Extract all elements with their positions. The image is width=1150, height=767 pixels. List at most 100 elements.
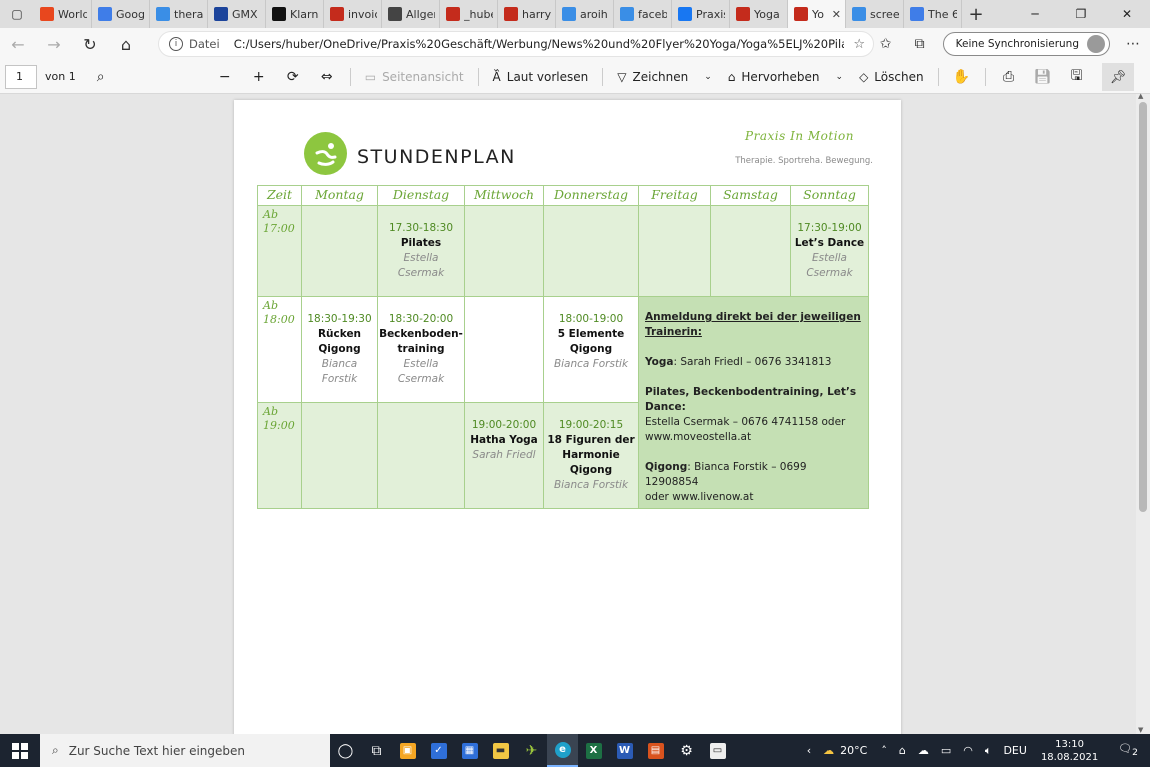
url-text[interactable]: C:/Users/huber/OneDrive/Praxis%20Geschäf… — [234, 37, 844, 51]
back-icon[interactable]: ← — [0, 28, 36, 60]
minimize-icon[interactable]: ─ — [1012, 0, 1058, 28]
browser-tab[interactable]: Allgen — [382, 0, 440, 28]
browser-tab[interactable]: World — [34, 0, 92, 28]
browser-tab[interactable]: therap — [150, 0, 208, 28]
rotate-icon[interactable]: ⟳ — [276, 60, 310, 94]
home-icon[interactable]: ⌂ — [108, 28, 144, 60]
empty-cell — [543, 205, 639, 297]
add-favorite-icon[interactable]: ☆ — [853, 37, 865, 52]
tab-label: invoic — [348, 7, 377, 21]
refresh-icon[interactable]: ↻ — [72, 28, 108, 60]
volume-icon[interactable]: 🔈︎ — [979, 744, 998, 758]
more-menu-icon[interactable]: ⋯ — [1116, 28, 1150, 60]
browser-tab[interactable]: Klarna — [266, 0, 324, 28]
weather-icon[interactable]: ☁ — [817, 744, 840, 757]
notifications-icon[interactable]: 🗨︎2 — [1106, 742, 1150, 758]
browser-tab[interactable]: Yo ✕ — [788, 0, 846, 28]
tab-label: Klarna — [290, 7, 319, 21]
chevron-up-icon[interactable]: ˄ — [875, 744, 893, 757]
scroll-up-icon[interactable]: ▲ — [1138, 92, 1143, 100]
forward-icon[interactable]: → — [36, 28, 72, 60]
windows-start-icon[interactable] — [0, 734, 40, 767]
save-icon[interactable]: 💾︎ — [1026, 60, 1060, 94]
browser-tab[interactable]: screen — [846, 0, 904, 28]
wifi-icon[interactable]: ◠ — [957, 744, 979, 757]
page-view-button[interactable]: ▭ Seitenansicht — [357, 60, 472, 94]
sync-button[interactable]: Keine Synchronisierung — [942, 32, 1110, 56]
meet-icon[interactable]: ⌂ — [893, 744, 912, 757]
zoom-in-icon[interactable]: + — [242, 60, 276, 94]
favorites-icon[interactable]: ✩ — [869, 28, 903, 60]
collections-icon[interactable]: ⧉ — [903, 28, 937, 60]
settings-icon[interactable]: ⚙ — [671, 734, 702, 767]
maximize-icon[interactable]: ❐ — [1058, 0, 1104, 28]
todo-icon[interactable]: ✓ — [423, 734, 454, 767]
table-row: Ab 18:00 18:30-19:30 Rücken Qigong Bianca… — [257, 296, 869, 509]
store-icon[interactable]: ▣ — [392, 734, 423, 767]
calendar-app-icon[interactable]: ▦ — [454, 734, 485, 767]
tool-app-icon[interactable]: ✈ — [516, 734, 547, 767]
document-viewer[interactable]: STUNDENPLAN Praxis In Motion Therapie. S… — [0, 94, 1136, 734]
excel-icon[interactable]: X — [578, 734, 609, 767]
bing-icon — [852, 7, 866, 21]
taskbar: ⌕ Zur Suche Text hier eingeben ◯ ⧉ ▣ ✓ ▦… — [0, 734, 1150, 767]
yoga-contact: Yoga: Sarah Friedl – 0676 3341813 — [645, 355, 862, 370]
tab-label: faceb — [638, 7, 667, 21]
read-aloud-button[interactable]: A᷈ Laut vorlesen — [485, 60, 597, 94]
file-explorer-icon[interactable]: ▬ — [485, 734, 516, 767]
word-icon[interactable]: W — [609, 734, 640, 767]
course-cell: 18:30-20:00 Beckenboden- training Estell… — [377, 296, 465, 403]
chevron-left-icon[interactable]: ‹ — [801, 744, 817, 757]
browser-tab[interactable]: The 6 — [904, 0, 962, 28]
fit-page-icon[interactable]: ⇔ — [310, 60, 344, 94]
erase-button[interactable]: ◇ Löschen — [851, 60, 932, 94]
tab-actions-icon[interactable]: ▢ — [0, 0, 34, 28]
page-number-input[interactable]: 1 — [5, 64, 37, 89]
weather-temp[interactable]: 20°C — [840, 744, 875, 757]
scroll-down-icon[interactable]: ▼ — [1138, 726, 1143, 734]
app-icon[interactable]: ▭ — [702, 734, 733, 767]
pin-toolbar-icon[interactable]: 📌︎ — [1102, 63, 1134, 91]
browser-tab[interactable]: Yoga — [730, 0, 788, 28]
toolbar-divider — [937, 67, 939, 86]
onedrive-icon[interactable]: ☁ — [912, 744, 935, 757]
browser-tab[interactable]: aroih — [556, 0, 614, 28]
scrollbar-thumb[interactable] — [1139, 102, 1147, 512]
browser-tab[interactable]: Googl — [92, 0, 150, 28]
battery-icon[interactable]: ▭ — [935, 744, 957, 757]
language-indicator[interactable]: DEU — [997, 744, 1032, 757]
touch-icon[interactable]: ✋ — [945, 60, 979, 94]
task-view-icon[interactable]: ⧉ — [361, 734, 392, 767]
print-icon[interactable]: ⎙ — [992, 60, 1026, 94]
toolbar-divider — [984, 67, 986, 86]
vertical-scrollbar[interactable]: ▲ ▼ — [1136, 92, 1150, 734]
cortana-icon[interactable]: ◯ — [330, 734, 361, 767]
column-header: Zeit — [257, 185, 302, 206]
close-tab-icon[interactable]: ✕ — [832, 8, 841, 21]
course-cell: 17.30-18:30 Pilates Estella Csermak — [377, 205, 465, 297]
highlight-button[interactable]: ⌂ Hervorheben ⌄ — [720, 60, 851, 94]
url-field[interactable]: i Datei C:/Users/huber/OneDrive/Praxis%2… — [158, 31, 874, 57]
time-value: 18:00 — [263, 313, 295, 326]
media-app-icon[interactable]: ▤ — [640, 734, 671, 767]
browser-tab[interactable]: GMX F — [208, 0, 266, 28]
chevron-down-icon[interactable]: ⌄ — [704, 72, 712, 82]
draw-button[interactable]: ▽ Zeichnen ⌄ — [609, 60, 720, 94]
zoom-out-icon[interactable]: − — [208, 60, 242, 94]
browser-tab[interactable]: faceb — [614, 0, 672, 28]
close-window-icon[interactable]: ✕ — [1104, 0, 1150, 28]
new-tab-button[interactable]: + — [962, 0, 990, 28]
edge-browser-icon[interactable]: e — [547, 734, 578, 767]
info-icon[interactable]: i — [169, 37, 183, 51]
browser-tab[interactable]: harry — [498, 0, 556, 28]
taskbar-search-input[interactable]: ⌕ Zur Suche Text hier eingeben — [40, 734, 330, 767]
browser-tab[interactable]: Praxis — [672, 0, 730, 28]
clock[interactable]: 13:10 18.08.2021 — [1033, 738, 1106, 764]
chevron-down-icon[interactable]: ⌄ — [836, 72, 844, 82]
browser-tab[interactable]: invoic — [324, 0, 382, 28]
trainer-name: Forstik — [321, 373, 358, 385]
empty-cell — [710, 205, 791, 297]
find-icon[interactable]: ⌕ — [84, 60, 118, 94]
browser-tab[interactable]: _hube — [440, 0, 498, 28]
save-as-icon[interactable]: 🖫 — [1060, 60, 1094, 94]
